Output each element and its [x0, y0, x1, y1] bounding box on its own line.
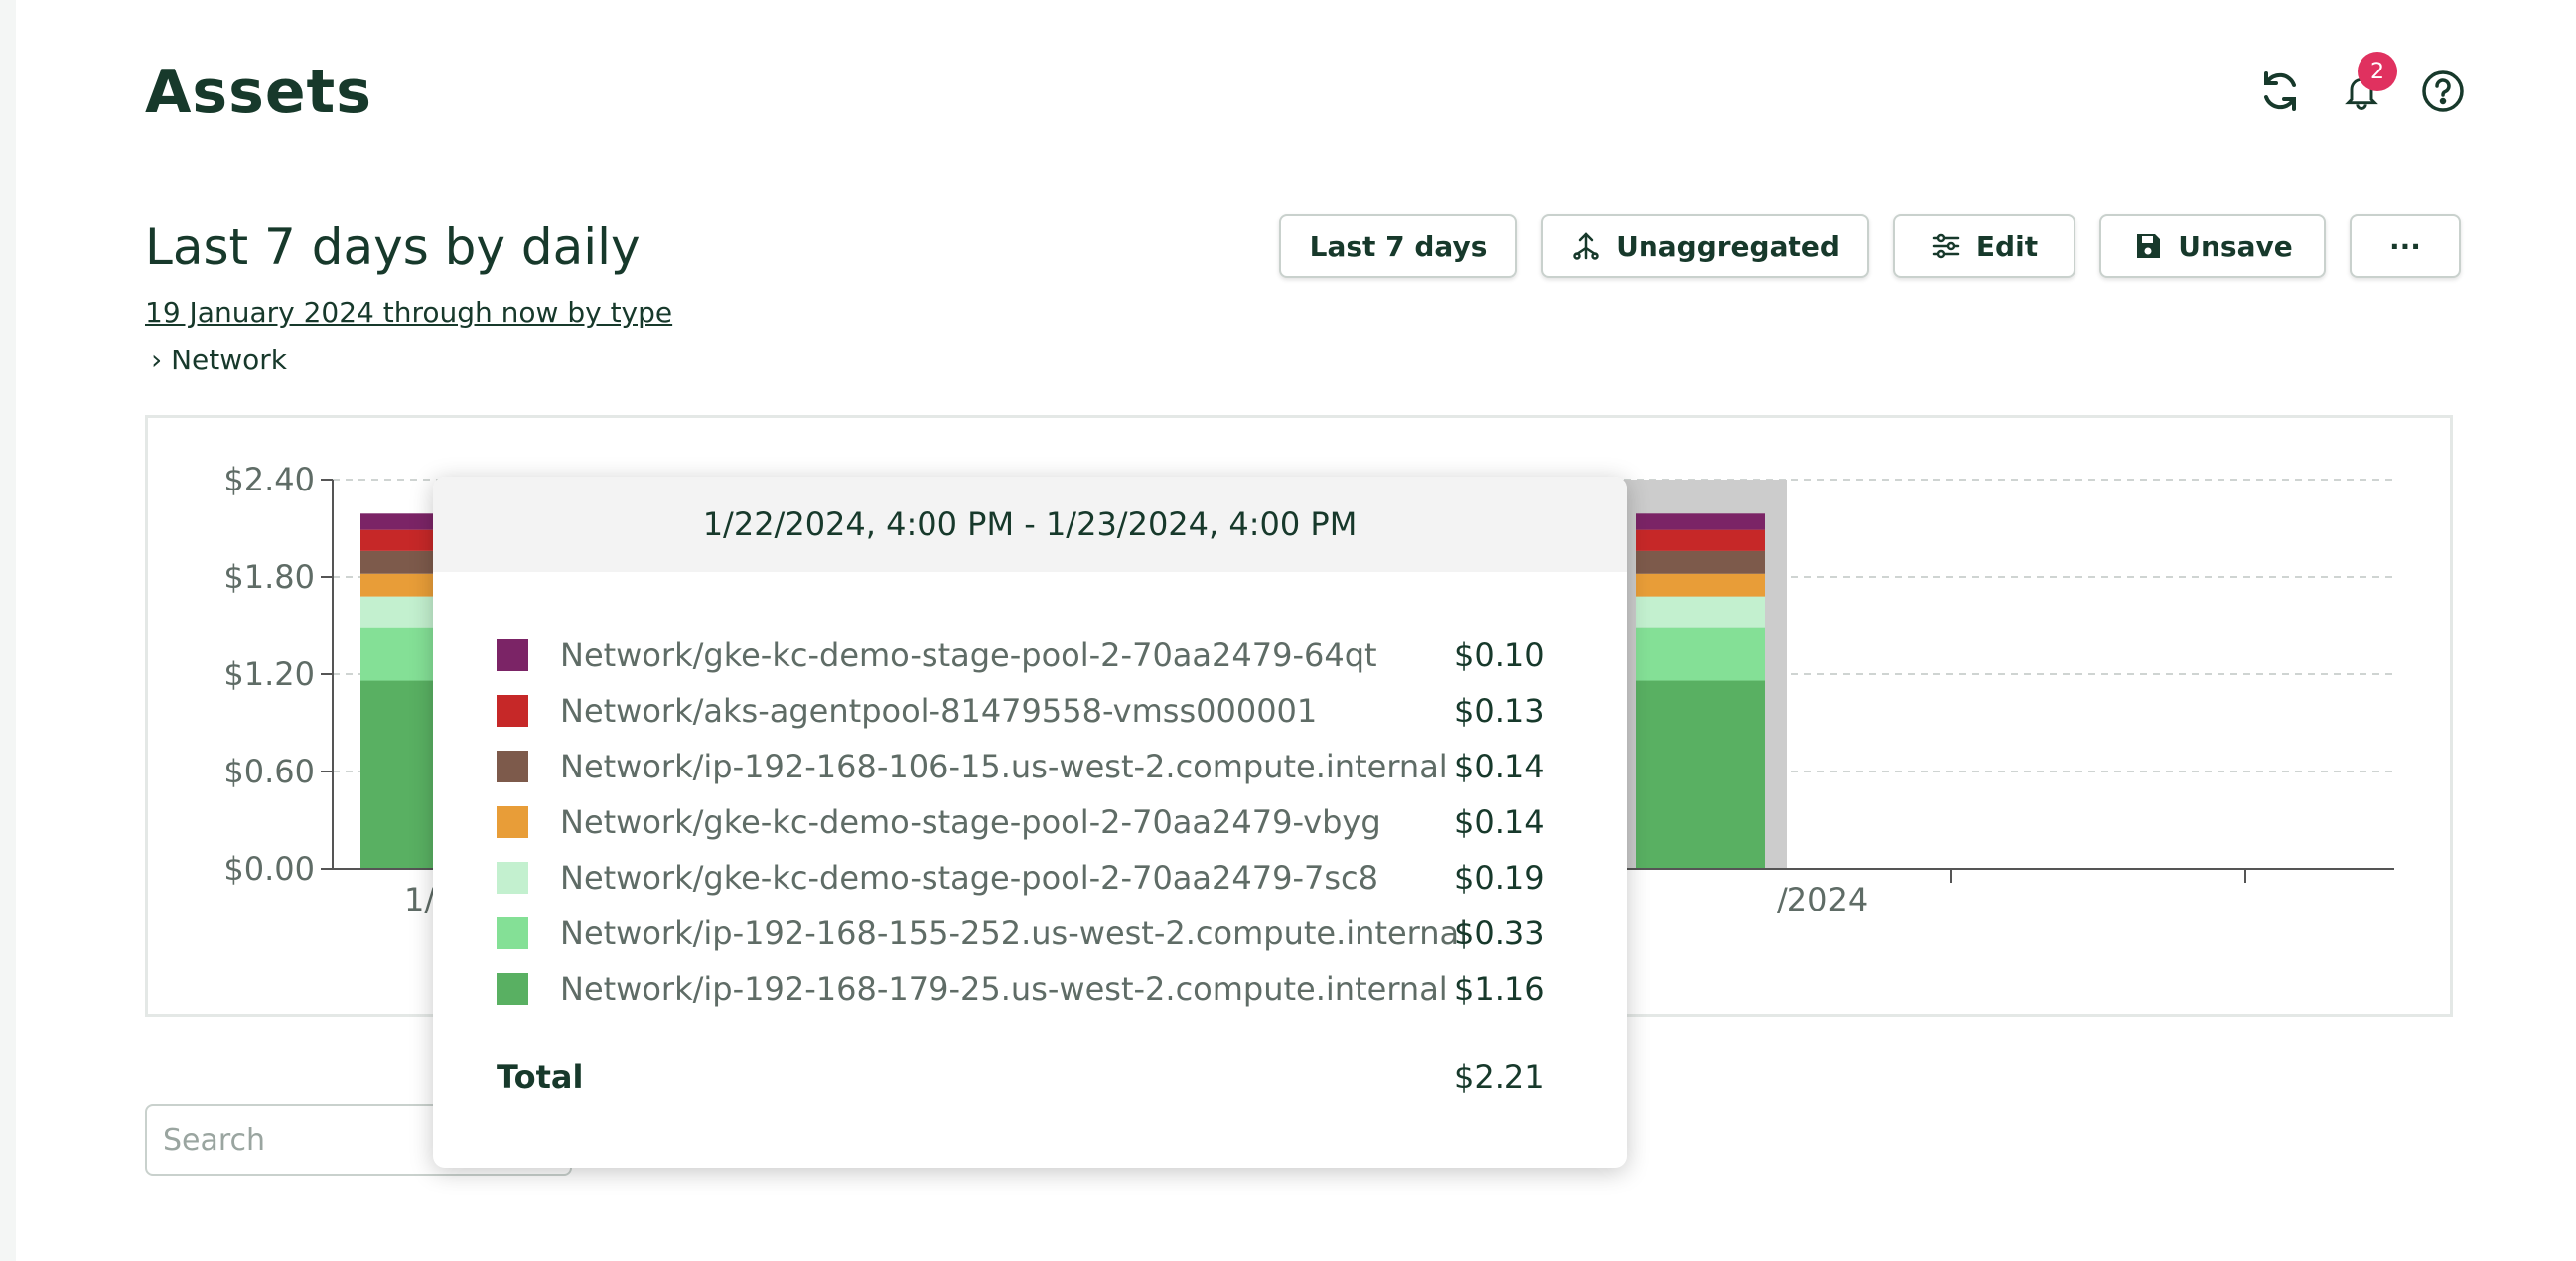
report-title: Last 7 days by daily [145, 218, 641, 276]
page-title: Assets [145, 58, 372, 127]
tooltip-total-row: Total $2.21 [497, 1058, 1579, 1096]
bar-segment [1636, 627, 1765, 681]
legend-swatch [497, 639, 528, 671]
y-tick-label: $1.80 [223, 558, 315, 596]
tooltip-item-value: $1.16 [1454, 970, 1545, 1008]
tooltip-item-value: $0.14 [1454, 803, 1545, 841]
tooltip-item: Network/aks-agentpool-81479558-vmss00000… [497, 683, 1579, 739]
date-range-label: Last 7 days [1309, 229, 1488, 263]
tooltip-total-value: $2.21 [1454, 1058, 1545, 1096]
tooltip-item-label: Network/gke-kc-demo-stage-pool-2-70aa247… [560, 859, 1378, 897]
report-toolbar: Last 7 days Unaggregated Edit Unsave ··· [1279, 214, 2461, 278]
date-range-button[interactable]: Last 7 days [1279, 214, 1517, 278]
legend-swatch [497, 751, 528, 782]
tooltip-item-value: $0.19 [1454, 859, 1545, 897]
aggregate-label: Unaggregated [1616, 229, 1840, 263]
tooltip-item-label: Network/ip-192-168-179-25.us-west-2.comp… [560, 970, 1448, 1008]
tooltip-item-label: Network/gke-kc-demo-stage-pool-2-70aa247… [560, 636, 1377, 674]
y-tick-label: $0.60 [223, 753, 315, 790]
tooltip-items: Network/gke-kc-demo-stage-pool-2-70aa247… [497, 628, 1579, 1017]
chart-tooltip: 1/22/2024, 4:00 PM - 1/23/2024, 4:00 PM … [433, 477, 1627, 1168]
bar-segment [1636, 513, 1765, 530]
tooltip-total-label: Total [497, 1058, 584, 1096]
legend-swatch [497, 973, 528, 1005]
bar-segment [1636, 596, 1765, 628]
tooltip-item: Network/ip-192-168-155-252.us-west-2.com… [497, 906, 1579, 961]
tooltip-item-value: $0.14 [1454, 748, 1545, 785]
bar-segment [1636, 550, 1765, 574]
legend-swatch [497, 695, 528, 727]
refresh-icon[interactable] [2256, 68, 2304, 115]
left-rail [0, 0, 16, 1261]
notification-badge: 2 [2358, 52, 2397, 91]
tooltip-item-label: Network/gke-kc-demo-stage-pool-2-70aa247… [560, 803, 1381, 841]
bar-segment [360, 680, 436, 869]
sliders-icon [1932, 233, 1960, 259]
legend-swatch [497, 862, 528, 894]
save-icon [2137, 234, 2161, 258]
bar-segment [360, 550, 436, 574]
help-icon[interactable] [2419, 68, 2467, 115]
more-options-icon: ··· [2389, 229, 2421, 263]
edit-label: Edit [1975, 229, 2039, 263]
tooltip-item-value: $0.33 [1454, 914, 1545, 952]
breadcrumb[interactable]: › Network [151, 344, 287, 376]
tooltip-item: Network/gke-kc-demo-stage-pool-2-70aa247… [497, 794, 1579, 850]
more-options-button[interactable]: ··· [2350, 214, 2461, 278]
tooltip-item-label: Network/aks-agentpool-81479558-vmss00000… [560, 692, 1318, 730]
tooltip-date-range: 1/22/2024, 4:00 PM - 1/23/2024, 4:00 PM [433, 477, 1627, 572]
tooltip-item-label: Network/ip-192-168-155-252.us-west-2.com… [560, 914, 1469, 952]
header-icons: 2 [2256, 52, 2467, 115]
tooltip-item: Network/gke-kc-demo-stage-pool-2-70aa247… [497, 850, 1579, 906]
bar-segment [360, 573, 436, 597]
tooltip-item-value: $0.10 [1454, 636, 1545, 674]
tooltip-item: Network/gke-kc-demo-stage-pool-2-70aa247… [497, 628, 1579, 683]
aggregate-button[interactable]: Unaggregated [1541, 214, 1869, 278]
bar-segment [1636, 680, 1765, 869]
bar-segment [1636, 573, 1765, 597]
tooltip-item-label: Network/ip-192-168-106-15.us-west-2.comp… [560, 748, 1448, 785]
y-tick-label: $0.00 [223, 850, 315, 888]
y-tick-label: $1.20 [223, 655, 315, 693]
edit-button[interactable]: Edit [1893, 214, 2075, 278]
bar-segment [1636, 529, 1765, 551]
bar-segment [360, 513, 436, 530]
bell-icon[interactable]: 2 [2338, 52, 2397, 115]
x-tick-label: /2024 [1777, 881, 1868, 918]
tooltip-item: Network/ip-192-168-106-15.us-west-2.comp… [497, 739, 1579, 794]
legend-swatch [497, 806, 528, 838]
fork-icon [1573, 232, 1599, 260]
x-tick-label: 1/ [404, 881, 435, 918]
unsave-label: Unsave [2178, 229, 2293, 263]
bar-segment [360, 627, 436, 681]
tooltip-item: Network/ip-192-168-179-25.us-west-2.comp… [497, 961, 1579, 1017]
unsave-button[interactable]: Unsave [2099, 214, 2326, 278]
tooltip-item-value: $0.13 [1454, 692, 1545, 730]
legend-swatch [497, 917, 528, 949]
bar-segment [360, 596, 436, 628]
report-subtitle-link[interactable]: 19 January 2024 through now by type [145, 296, 672, 329]
bar-segment [360, 529, 436, 551]
y-tick-label: $2.40 [223, 461, 315, 498]
